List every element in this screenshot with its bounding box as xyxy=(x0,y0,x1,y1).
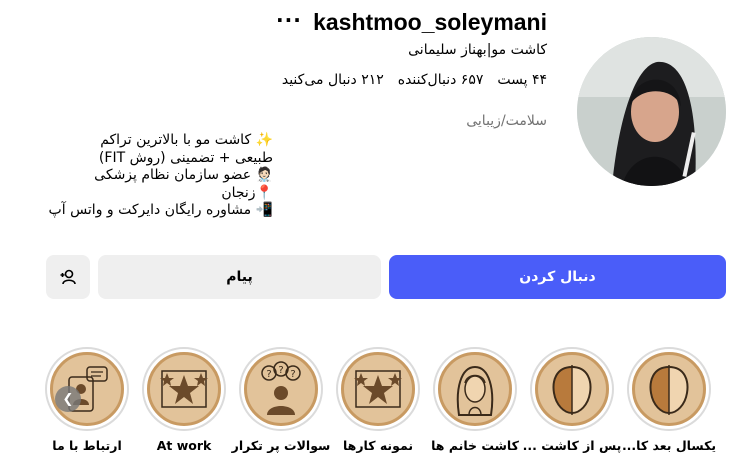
profile-bio: ✨ کاشت مو با بالاترین تراکم طبیعی + تضمی… xyxy=(33,132,273,220)
add-person-icon xyxy=(60,269,76,285)
faq-person-icon: ? ? ? xyxy=(261,361,301,415)
scroll-left-arrow-icon[interactable]: ❮ xyxy=(55,386,81,412)
profile-avatar[interactable] xyxy=(577,37,726,186)
following-count[interactable]: ۲۱۲ دنبال می‌کنید xyxy=(282,72,384,88)
highlight-item[interactable]: پس از کاشت ... xyxy=(523,347,621,453)
svg-text:?: ? xyxy=(266,369,271,380)
posts-count: ۴۴ پست xyxy=(497,72,547,88)
profile-full-name: کاشت مو|بهناز سلیمانی xyxy=(408,42,547,58)
message-button[interactable]: پیام xyxy=(98,255,381,299)
woman-icon xyxy=(456,365,494,416)
highlight-label: At work xyxy=(156,438,212,453)
highlight-item[interactable]: نمونه کارها xyxy=(336,347,420,453)
bio-line: ✨ کاشت مو با بالاترین تراکم xyxy=(100,132,273,148)
highlight-label: پس از کاشت ... xyxy=(522,438,622,453)
bio-line: طبیعی + تضمینی (روش FIT) xyxy=(98,149,273,166)
bio-line: 📍زنجان xyxy=(221,184,273,201)
svg-text:?: ? xyxy=(290,369,295,380)
bio-line: 🧑🏻‍⚕️ عضو سازمان نظام پزشکی xyxy=(94,167,273,183)
star-icon xyxy=(160,370,208,408)
follow-button-label: دنبال کردن xyxy=(519,269,596,285)
profile-stats: ۴۴ پست ۶۵۷ دنبال‌کننده ۲۱۲ دنبال می‌کنید xyxy=(282,72,547,88)
star-icon xyxy=(354,370,402,408)
profile-username: kashtmoo_soleymani xyxy=(313,9,547,35)
follow-button[interactable]: دنبال کردن xyxy=(389,255,726,299)
hair-transplant-face-icon xyxy=(649,365,689,415)
followers-count[interactable]: ۶۵۷ دنبال‌کننده xyxy=(398,72,484,88)
highlight-label: ارتباط با ما xyxy=(52,438,122,453)
avatar-image xyxy=(577,37,726,186)
highlight-label: سوالات پر تکرار xyxy=(231,438,331,453)
highlight-item[interactable]: کاشت خانم ها xyxy=(431,347,519,453)
highlight-item[interactable]: At work xyxy=(142,347,226,453)
more-options-icon[interactable]: ··· xyxy=(276,8,302,32)
message-button-label: پیام xyxy=(226,269,253,285)
highlight-item[interactable]: ? ? ? سوالات پر تکرار xyxy=(232,347,330,453)
hair-transplant-face-icon xyxy=(552,365,592,415)
highlight-label: کاشت خانم ها xyxy=(431,438,519,453)
svg-text:?: ? xyxy=(278,365,283,376)
highlight-label: یکسال بعد کا... xyxy=(621,438,717,453)
highlight-label: نمونه کارها xyxy=(342,438,414,453)
profile-category: سلامت/زیبایی xyxy=(466,113,547,129)
highlight-item[interactable]: یکسال بعد کا... xyxy=(622,347,716,453)
suggest-people-button[interactable] xyxy=(46,255,90,299)
bio-line: 📲 مشاوره رایگان دایرکت و واتس آپ xyxy=(48,202,273,218)
